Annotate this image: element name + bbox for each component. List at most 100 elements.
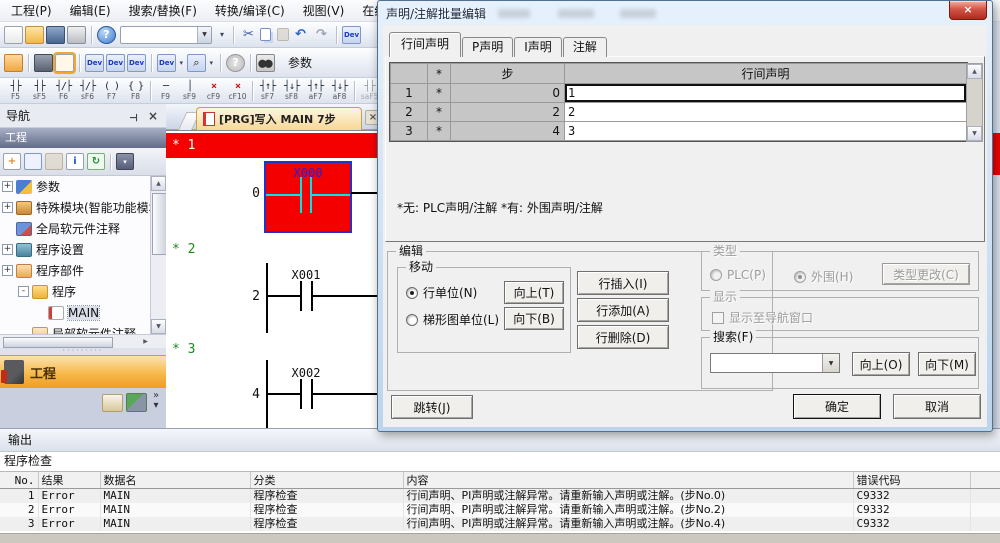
device-icon[interactable]: Dev — [342, 26, 361, 44]
tree-item-special-module[interactable]: + 特殊模块(智能功能模块) — [0, 197, 150, 218]
paste-icon[interactable] — [277, 28, 289, 41]
ladder-contact-x000-selected[interactable]: X000 — [264, 161, 352, 233]
move-up-button[interactable]: 向上(T) — [504, 281, 564, 304]
nav-copy-icon[interactable] — [24, 153, 42, 170]
menu-item[interactable]: 视图(V) — [294, 0, 354, 21]
new-file-icon[interactable] — [4, 26, 23, 44]
help-icon[interactable]: ? — [97, 26, 116, 44]
find-binoculars-icon[interactable] — [256, 54, 275, 72]
menu-item[interactable]: 转换/编译(C) — [206, 0, 294, 21]
project-tree-icon[interactable] — [4, 54, 23, 72]
falling-pulse-icon[interactable]: ┤↓├sF8 — [280, 80, 303, 102]
device-comment-icon[interactable]: Dev — [85, 54, 104, 72]
project-view-button[interactable]: 工程 — [0, 355, 166, 388]
closed-contact-branch-icon[interactable]: ┤/├sF6 — [76, 80, 99, 102]
delete-horizontal-line-icon[interactable]: ×cF9 — [202, 80, 225, 102]
dialog-tab[interactable]: 注解 — [563, 37, 607, 57]
toolbar-separator[interactable] — [220, 54, 221, 72]
jump-button[interactable]: 跳转(J) — [391, 395, 473, 419]
tree-item-global-device-comment[interactable]: 全局软元件注释 — [0, 218, 150, 239]
open-file-icon[interactable] — [25, 26, 44, 44]
ok-button[interactable]: 确定 — [793, 394, 881, 419]
scroll-up-icon[interactable]: ▲ — [967, 64, 982, 79]
vertical-line-icon[interactable]: │sF9 — [178, 80, 201, 102]
panel-splitter[interactable]: ········· — [0, 348, 166, 355]
row-unit-radio[interactable]: 行单位(N) — [406, 284, 477, 301]
delete-vertical-line-icon[interactable]: ×cF10 — [226, 80, 249, 102]
error-row[interactable]: 3 Error MAIN 程序检查 行间声明、PI声明或注解异常。请重新输入声明… — [0, 517, 1000, 531]
toolbar-separator[interactable] — [252, 81, 253, 101]
ladder-statement-1[interactable]: * 1 — [166, 133, 377, 158]
nav-new-icon[interactable]: + — [3, 153, 21, 170]
help-dim-icon[interactable]: ? — [226, 54, 245, 72]
copy-icon[interactable] — [260, 28, 271, 41]
chevron-more-icon[interactable]: »▾ — [150, 391, 162, 411]
scroll-up-icon[interactable]: ▲ — [151, 176, 166, 191]
ladder-statement-3[interactable]: * 3 — [172, 342, 195, 357]
radio-icon[interactable] — [406, 314, 418, 326]
scroll-right-icon[interactable] — [139, 336, 152, 347]
toolbar-options-icon[interactable]: ▾ — [216, 26, 228, 44]
scrollbar-thumb[interactable] — [152, 193, 167, 255]
tree-expander-icon[interactable]: + — [2, 181, 13, 192]
add-row-button[interactable]: 行添加(A) — [577, 298, 669, 322]
ladder-statement-2[interactable]: * 2 — [172, 242, 195, 257]
cut-icon[interactable]: ✂ — [239, 26, 258, 44]
horizontal-line-icon[interactable]: ─F9 — [154, 80, 177, 102]
insert-row-button[interactable]: 行插入(I) — [577, 271, 669, 295]
rising-pulse-branch-icon[interactable]: ┤↑├aF7 — [304, 80, 327, 102]
chevron-down-icon[interactable] — [197, 27, 211, 43]
search-down-button[interactable]: 向下(M) — [918, 352, 976, 376]
cancel-button[interactable]: 取消 — [893, 394, 981, 419]
closed-contact-icon[interactable]: ┤/├F6 — [52, 80, 75, 102]
ladder-document-tab[interactable]: [PRG]写入 MAIN 7步 — [196, 107, 362, 130]
tree-expander-icon[interactable]: + — [2, 265, 13, 276]
coil-icon[interactable]: ( )F7 — [100, 80, 123, 102]
toolbar-separator[interactable] — [79, 54, 80, 72]
statement-cell[interactable]: 1 — [565, 84, 967, 103]
dialog-tab[interactable]: I声明 — [514, 37, 562, 57]
falling-pulse-branch-icon[interactable]: ┤↓├aF8 — [328, 80, 351, 102]
chevron-down-icon[interactable] — [822, 354, 839, 372]
error-row[interactable]: 1 Error MAIN 程序检查 行间声明、PI声明或注解异常。请重新输入声明… — [0, 489, 1000, 504]
save-icon[interactable] — [46, 26, 65, 44]
tree-item-program[interactable]: - 程序 — [0, 281, 150, 302]
close-icon[interactable] — [146, 109, 160, 123]
device-memory-icon[interactable]: Dev — [106, 54, 125, 72]
search-up-button[interactable]: 向上(O) — [852, 352, 910, 376]
toolbar-separator[interactable] — [151, 54, 152, 72]
statement-row[interactable]: 3 * 4 3 — [391, 122, 967, 141]
menu-item[interactable]: 编辑(E) — [61, 0, 120, 21]
tree-expander-icon[interactable]: - — [18, 286, 29, 297]
open-contact-branch-icon[interactable]: ┤├sF5 — [28, 80, 51, 102]
error-row[interactable]: 2 Error MAIN 程序检查 行间声明、PI声明或注解异常。请重新输入声明… — [0, 503, 1000, 517]
redo-icon[interactable]: ↷ — [312, 26, 331, 44]
menu-item[interactable]: 工程(P) — [2, 0, 61, 21]
pulse-open-contact-icon[interactable]: ┤├saF5 — [358, 80, 377, 102]
nav-sort-icon[interactable]: ▾ — [116, 153, 134, 170]
tree-vertical-scrollbar[interactable]: ▲ ▼ — [150, 176, 166, 334]
device-display-icon[interactable]: Dev — [157, 54, 176, 72]
application-instruction-icon[interactable]: { }F8 — [124, 80, 147, 102]
tree-expander-icon[interactable]: + — [2, 244, 13, 255]
program-editor-icon[interactable] — [55, 54, 74, 72]
toolbar-separator[interactable] — [91, 26, 92, 44]
nav-property-icon[interactable]: i — [66, 153, 84, 170]
toolbar-separator[interactable] — [28, 54, 29, 72]
toolbar-combo[interactable] — [120, 26, 212, 44]
toolbar-separator[interactable] — [110, 154, 111, 170]
search-combo[interactable] — [710, 353, 840, 373]
dialog-close-button[interactable] — [949, 1, 987, 20]
scroll-down-icon[interactable]: ▼ — [151, 319, 166, 334]
dialog-titlebar[interactable]: 声明/注解批量编辑 — [378, 1, 992, 25]
statement-cell[interactable]: 2 — [565, 103, 967, 122]
nav-refresh-icon[interactable]: ↻ — [87, 153, 105, 170]
rising-pulse-icon[interactable]: ┤↑├sF7 — [256, 80, 279, 102]
statement-table-scrollbar[interactable]: ▲ ▼ — [966, 63, 983, 142]
device-batch-icon[interactable]: Dev — [127, 54, 146, 72]
print-icon[interactable] — [67, 26, 86, 44]
tree-expander-icon[interactable]: + — [2, 202, 13, 213]
pin-icon[interactable] — [126, 109, 140, 123]
statement-cell[interactable]: 3 — [565, 122, 967, 141]
device-search-icon[interactable]: ⌕ — [187, 54, 206, 72]
